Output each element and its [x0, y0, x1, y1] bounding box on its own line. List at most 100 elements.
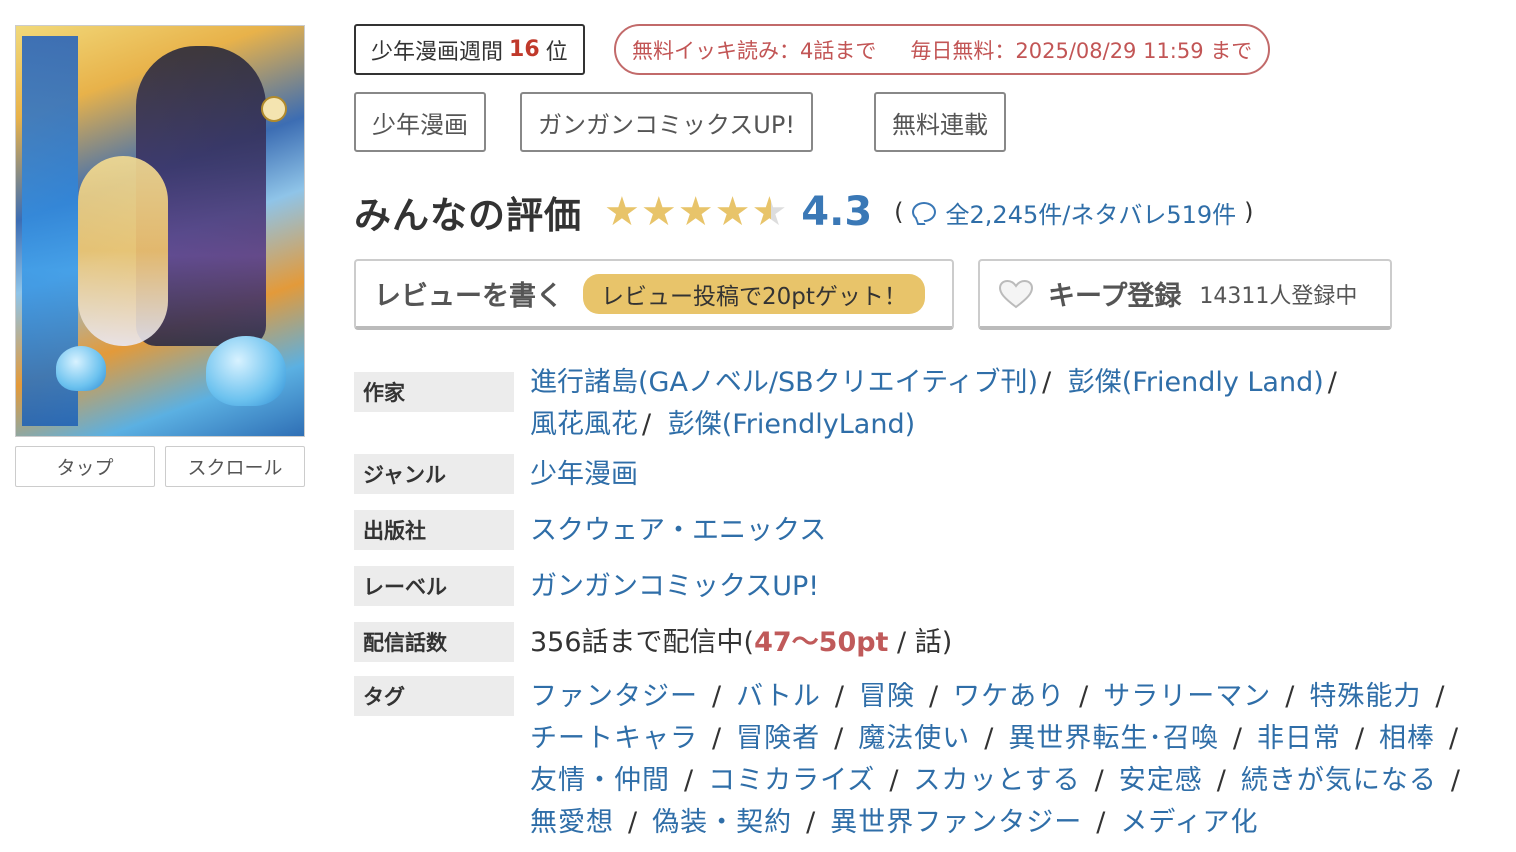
half-star-icon: ★ [751, 189, 788, 235]
tag-link[interactable]: ファンタジー [530, 681, 698, 712]
ranking-number: 16 [509, 37, 540, 62]
author-link[interactable]: 風花風花 [530, 409, 638, 440]
rating-score: 4.3 [801, 189, 873, 235]
label-link[interactable]: ガンガンコミックスUP! [530, 566, 819, 608]
info-row-genre: ジャンル 少年漫画 [354, 454, 1504, 510]
keep-register-button[interactable]: キープ登録 14311人登録中 [978, 259, 1392, 330]
tag-link[interactable]: 冒険者 [736, 723, 820, 754]
author-link[interactable]: 彭傑(FriendlyLand) [668, 409, 915, 440]
scroll-view-button[interactable]: スクロール [165, 446, 305, 487]
daily-free-text: 毎日無料：2025/08/29 11:59 まで [910, 38, 1253, 63]
free-binge-text: 無料イッキ読み：4話まで [632, 38, 877, 63]
rating-row: みんなの評価 ★ ★ ★ ★ ★ 4.3 ( 全2,245件/ネタバレ519件 … [354, 182, 1262, 242]
tag-link[interactable]: 異世界転生･召喚 [1008, 723, 1219, 754]
tag-link[interactable]: サラリーマン [1103, 681, 1271, 712]
tag-separator: / [1285, 681, 1296, 712]
star-icon: ★ [714, 189, 751, 235]
genre-link[interactable]: 少年漫画 [530, 454, 638, 496]
episodes-label: 配信話数 [354, 622, 514, 662]
tag-link[interactable]: バトル [736, 681, 821, 712]
tags-label: タグ [354, 676, 514, 716]
star-icon: ★ [640, 189, 677, 235]
tag-separator: / [1096, 807, 1107, 838]
episodes-value: 356話まで配信中(47〜50pt / 話) [530, 627, 953, 658]
tag-link[interactable]: 相棒 [1379, 723, 1435, 754]
cover-volume-badge [261, 96, 287, 122]
info-row-publisher: 出版社 スクウェア・エニックス [354, 510, 1504, 566]
write-review-label: レビューを書く [374, 281, 563, 312]
tag-separator: / [889, 765, 900, 796]
tag-separator: / [806, 807, 817, 838]
tag-link[interactable]: 冒険 [859, 681, 915, 712]
tag-separator: / [834, 681, 846, 712]
tag-link[interactable]: チートキャラ [530, 723, 698, 754]
tag-link[interactable]: 非日常 [1257, 723, 1341, 754]
cover-image[interactable] [15, 25, 305, 437]
tag-separator: / [712, 681, 723, 712]
publisher-link[interactable]: スクウェア・エニックス [530, 510, 826, 552]
info-row-author: 作家 進行諸島(GAノベル/SBクリエイティブ刊) / 彭傑(Friendly L… [354, 362, 1504, 454]
tag-separator: / [1354, 723, 1366, 754]
cover-slime-large [206, 336, 286, 406]
author-list: 進行諸島(GAノベル/SBクリエイティブ刊) / 彭傑(Friendly Land… [530, 367, 1337, 440]
tag-link[interactable]: 異世界ファンタジー [830, 807, 1082, 838]
star-icon: ★ [604, 189, 640, 235]
tag-separator: / [1449, 723, 1460, 754]
keep-register-label: キープ登録 [1048, 281, 1182, 312]
star-rating: ★ ★ ★ ★ ★ [604, 192, 787, 232]
episode-price: 47〜50pt [754, 627, 889, 658]
tag-link[interactable]: 安定感 [1119, 765, 1203, 796]
author-label: 作家 [354, 372, 514, 412]
review-reward-pill: レビュー投稿で20ptゲット！ [583, 273, 925, 314]
cover-girl-figure [78, 156, 168, 346]
tag-separator: / [1450, 765, 1461, 796]
category-tag-free-serial[interactable]: 無料連載 [874, 92, 1006, 152]
free-reading-badge: 無料イッキ読み：4話まで 毎日無料：2025/08/29 11:59 まで [614, 24, 1271, 75]
tag-separator: / [712, 723, 723, 754]
rating-title: みんなの評価 [354, 194, 582, 237]
tag-link[interactable]: 続きが気になる [1241, 765, 1437, 796]
publisher-label: 出版社 [354, 510, 514, 550]
tag-separator: / [1435, 681, 1446, 712]
category-tag-shonen[interactable]: 少年漫画 [354, 92, 486, 152]
tag-separator: / [984, 723, 995, 754]
info-row-tags: タグ ファンタジー / バトル / 冒険 / ワケあり / サラリーマン / 特殊能力 / チートキャラ… [354, 676, 1504, 844]
tag-link[interactable]: 偽装・契約 [652, 807, 792, 838]
cover-view-buttons: タップ スクロール [15, 446, 305, 487]
review-count-text[interactable]: 全2,245件/ネタバレ519件 [946, 195, 1237, 230]
tag-separator: / [1232, 723, 1243, 754]
tag-separator: / [684, 765, 695, 796]
comment-bubble-icon [911, 202, 936, 222]
label-label: レーベル [354, 566, 514, 606]
info-row-label: レーベル ガンガンコミックスUP! [354, 566, 1504, 622]
info-table: 作家 進行諸島(GAノベル/SBクリエイティブ刊) / 彭傑(Friendly L… [354, 362, 1504, 844]
tag-separator: / [834, 723, 845, 754]
ranking-suffix: 位 [545, 39, 568, 65]
heart-icon [998, 279, 1034, 308]
tag-separator: / [929, 681, 940, 712]
tag-link[interactable]: メディア化 [1120, 807, 1258, 838]
author-link[interactable]: 彭傑(Friendly Land) [1068, 367, 1324, 398]
category-tag-label[interactable]: ガンガンコミックスUP! [520, 92, 813, 152]
author-link[interactable]: 進行諸島(GAノベル/SBクリエイティブ刊) [530, 367, 1038, 398]
genre-label: ジャンル [354, 454, 514, 494]
tag-link[interactable]: スカッとする [913, 765, 1080, 796]
keep-count: 14311人登録中 [1199, 283, 1358, 309]
tag-link[interactable]: 友情・仲間 [530, 765, 670, 796]
write-review-button[interactable]: レビューを書く レビュー投稿で20ptゲット！ [354, 259, 954, 330]
cover-slime-small [56, 346, 106, 391]
tag-list: ファンタジー / バトル / 冒険 / ワケあり / サラリーマン / 特殊能力 / チートキャラ / 冒険… [530, 676, 1490, 844]
tag-separator: / [1079, 681, 1090, 712]
review-counts[interactable]: ( 全2,245件/ネタバレ519件 ) [886, 195, 1261, 230]
tag-separator: / [628, 807, 639, 838]
tag-link[interactable]: ワケあり [953, 681, 1065, 712]
tag-link[interactable]: 魔法使い [858, 723, 970, 754]
ranking-badge[interactable]: 少年漫画週間 16 位 [354, 24, 585, 75]
tag-separator: / [1094, 765, 1105, 796]
info-row-episodes: 配信話数 356話まで配信中(47〜50pt / 話) [354, 622, 1504, 676]
tag-link[interactable]: コミカライズ [708, 765, 875, 796]
tag-link[interactable]: 無愛想 [530, 807, 614, 838]
tag-separator: / [1216, 765, 1227, 796]
tag-link[interactable]: 特殊能力 [1309, 681, 1421, 712]
tap-view-button[interactable]: タップ [15, 446, 155, 487]
